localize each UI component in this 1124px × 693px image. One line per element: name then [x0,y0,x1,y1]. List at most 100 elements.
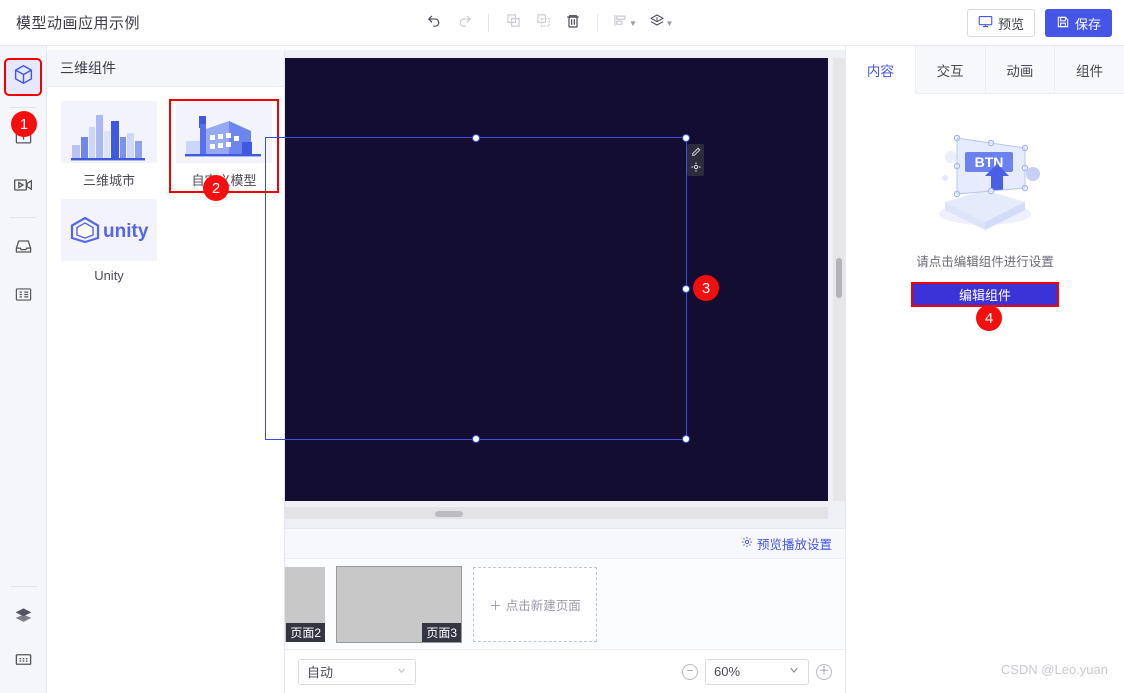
sidebar-item-three-d[interactable] [4,58,42,96]
selected-component-frame[interactable] [265,134,704,443]
preview-play-settings-label: 预览播放设置 [756,538,832,552]
library-item-label: 三维城市 [82,173,135,188]
preview-button[interactable]: 预览 [966,9,1035,37]
top-bar: 模型动画应用示例 ▼ ▼ 预览 保存 [0,0,1124,46]
pages-panel-header: 预览播放设置 [285,529,845,559]
layer-list-button[interactable] [7,601,41,635]
resize-handle-bottom[interactable] [472,435,480,443]
left-icon-rail [0,46,47,693]
chevron-down-icon [788,664,800,679]
edit-component-button[interactable]: 编辑组件 [911,282,1059,307]
canvas-area [265,50,845,528]
tab-component[interactable]: 组件 [1055,46,1124,93]
canvas-footer-bar: 自动 − 60% ＋ [285,649,845,693]
new-page-button[interactable]: ＋ 点击新建页面 [473,566,597,642]
rail-divider-2 [10,217,36,218]
page-title: 模型动画应用示例 [16,15,141,32]
list-panel-icon [14,285,33,309]
btn-illustration: BTN [921,122,1049,239]
empty-state-hint: 请点击编辑组件进行设置 [916,255,1054,269]
preview-label: 预览 [997,16,1024,32]
cube-icon [13,64,34,90]
properties-tabs: 内容 交互 动画 组件 [846,46,1124,94]
copy-icon [506,13,521,33]
undo-icon [426,12,443,34]
monitor-icon [978,14,993,32]
library-grid: 三维城市 unity Unity [47,87,284,293]
tab-interaction[interactable]: 交互 [916,46,986,93]
stack-icon [649,13,665,34]
zoom-in-button[interactable]: ＋ [816,663,832,680]
preview-play-settings-button[interactable]: 预览播放设置 [741,534,832,553]
page-thumbnail[interactable]: 页面2 [285,566,325,642]
plus-icon: ＋ [489,598,502,613]
step-badge-4: 4 [976,305,1002,331]
canvas-horizontal-scrollbar[interactable] [285,507,828,519]
empty-state: BTN 请点击编辑组件进行设置 编辑组件 [846,94,1124,307]
canvas-vertical-scrollbar[interactable] [833,58,845,501]
step-badge-3: 3 [693,275,719,301]
toolbar-divider-2 [597,14,598,32]
layers-button[interactable]: ▼ [644,9,678,37]
unity-logo-icon: unity [61,199,157,261]
rail-bottom-group [0,573,47,679]
panel-icon [14,650,33,674]
align-icon [613,13,628,33]
fit-mode-select[interactable]: 自动 [298,658,416,685]
paste-button[interactable] [529,9,557,37]
library-title: 三维组件 [47,50,284,87]
fit-mode-value: 自动 [307,665,334,680]
sidebar-item-media[interactable] [6,170,40,204]
scrollbar-thumb[interactable] [836,258,842,298]
chevron-down-icon: ▼ [629,18,637,28]
chevron-down-icon: ▼ [665,18,674,28]
city-skyline-icon [61,101,157,163]
layers-icon [14,606,33,630]
library-item-label: Unity [94,268,124,283]
tab-content[interactable]: 内容 [846,46,916,94]
new-page-label: 点击新建页面 [505,598,581,613]
target-icon [690,159,701,177]
paste-icon [536,13,551,33]
zoom-controls: − 60% ＋ [682,658,832,685]
selection-mini-toolbar [687,144,704,176]
tab-animation[interactable]: 动画 [986,46,1056,93]
video-icon [13,175,33,200]
resize-handle-right[interactable] [682,284,690,293]
redo-icon [456,12,473,34]
delete-button[interactable] [559,9,587,37]
tray-icon [14,237,33,261]
rail-divider-1 [10,107,36,108]
canvas-stage[interactable] [265,58,828,501]
properties-panel: 内容 交互 动画 组件 BTN 请点击编辑组件进行设置 编辑组件 CSDN @L… [845,46,1124,693]
scrollbar-thumb[interactable] [435,511,463,517]
page-panel-button[interactable] [7,645,41,679]
align-button[interactable]: ▼ [608,9,642,37]
library-item-unity[interactable]: unity Unity [56,199,162,285]
page-label: 页面2 [286,622,325,642]
locate-target-button[interactable] [688,160,703,175]
toolbar-divider-1 [488,14,489,32]
page-thumbnail-strip: 页面2 页面3 ＋ 点击新建页面 [285,559,845,649]
save-label: 保存 [1074,16,1101,32]
redo-button[interactable] [450,9,478,37]
svg-text:unity: unity [103,221,149,242]
copy-button[interactable] [499,9,527,37]
rail-divider-3 [10,586,37,587]
resize-handle-top-right[interactable] [682,134,690,142]
resize-handle-top[interactable] [472,134,480,142]
sidebar-item-container[interactable] [6,232,40,266]
save-button[interactable]: 保存 [1044,9,1112,37]
zoom-level-select[interactable]: 60% [705,658,809,685]
watermark: CSDN @Leo.yuan [1000,662,1108,677]
zoom-out-button[interactable]: − [682,663,698,680]
top-bar-actions: 预览 保存 [966,0,1112,46]
factory-icon [176,101,272,163]
page-thumbnail[interactable]: 页面3 [336,565,462,643]
library-item-3d-city[interactable]: 三维城市 [56,101,162,191]
component-library-panel: 三维组件 三维城市 unity Unity [47,50,285,693]
resize-handle-bottom-right[interactable] [682,435,690,443]
sidebar-item-data[interactable] [6,280,40,314]
undo-button[interactable] [420,9,448,37]
step-badge-1: 1 [11,111,37,137]
